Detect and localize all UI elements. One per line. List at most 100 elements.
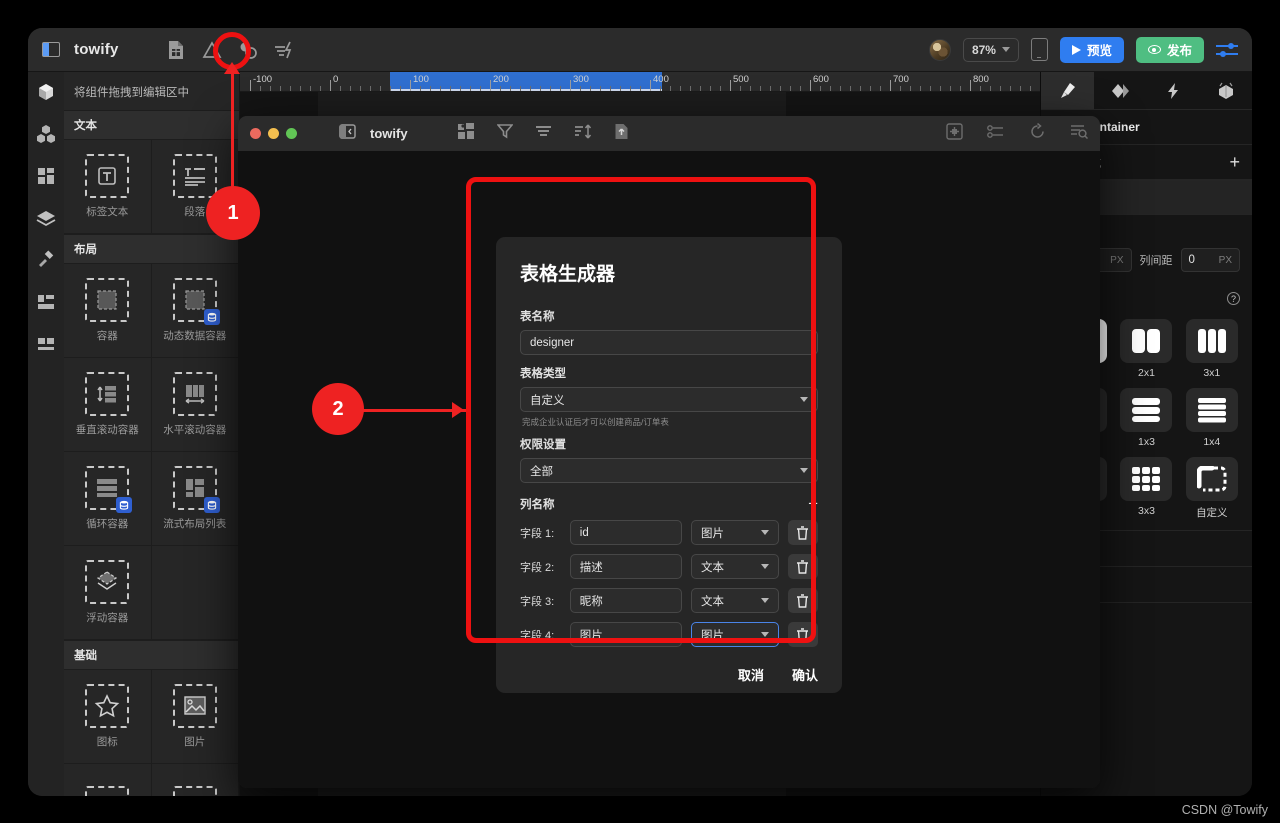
dialog-actions: 取消 确认	[520, 665, 818, 684]
watermark: CSDN @Towify	[1181, 803, 1268, 817]
flash-edit-icon[interactable]	[273, 39, 295, 61]
cancel-button[interactable]: 取消	[738, 665, 764, 684]
tab-brush-icon[interactable]	[1041, 72, 1094, 109]
align-icon[interactable]	[535, 124, 552, 143]
ruler-tick-major	[810, 80, 811, 91]
device-preview-icon[interactable]	[1030, 38, 1048, 61]
paragraph-icon	[172, 154, 217, 198]
component-item-label-text[interactable]: 标签文本	[64, 140, 152, 234]
flow-layout-list-icon	[172, 466, 220, 513]
rail-item-template-icon[interactable]	[34, 290, 58, 314]
ruler-tick-minor	[900, 86, 901, 91]
col-gap-input[interactable]: 0 PX	[1180, 248, 1240, 272]
ruler-tick-minor	[420, 86, 421, 91]
layout-preset-label: 2x1	[1138, 367, 1155, 379]
component-item-float-container[interactable]: 浮动容器	[64, 546, 152, 640]
ruler-tick-minor	[660, 86, 661, 91]
layout-preset-1x3[interactable]: 1x3	[1118, 388, 1174, 448]
ruler-tick-minor	[770, 86, 771, 91]
rail-item-grid-layout-icon[interactable]	[34, 164, 58, 188]
minimize-icon[interactable]	[268, 128, 279, 139]
annotation-label-2: 2	[332, 397, 344, 420]
ruler-tick-minor	[360, 86, 361, 91]
layout-preset-3x1[interactable]: 3x1	[1184, 319, 1240, 379]
star-icon	[85, 684, 130, 728]
component-item-dynamic-data-container[interactable]: 动态数据容器	[151, 264, 239, 358]
avatar[interactable]	[928, 38, 951, 61]
publish-button[interactable]: 发布	[1135, 36, 1204, 63]
horizontal-ruler[interactable]: -1000100200300400500600700800900	[240, 72, 1040, 92]
plus-icon[interactable]: +	[1229, 153, 1240, 171]
ruler-tick-minor	[370, 86, 371, 91]
filter-icon[interactable]	[495, 123, 514, 144]
layout-preset-label: 1x4	[1203, 436, 1221, 448]
tab-layers-style-icon[interactable]	[1094, 72, 1147, 109]
ruler-tick-minor	[670, 86, 671, 91]
ruler-tick-minor	[870, 86, 871, 91]
ruler-tick-minor	[800, 86, 801, 91]
component-item-flow-layout-list[interactable]: 流式布局列表	[151, 452, 239, 546]
tab-animation-icon[interactable]	[1199, 72, 1252, 109]
rail-item-blocks-icon[interactable]	[34, 332, 58, 356]
top-toolbar: towify 87% 预览 发布	[28, 28, 1252, 72]
close-icon[interactable]	[250, 128, 261, 139]
ruler-tick-minor	[920, 86, 921, 91]
group-title-layout: 布局	[64, 234, 239, 264]
zoom-selector[interactable]: 87%	[962, 37, 1019, 62]
ruler-tick-minor	[340, 86, 341, 91]
ruler-tick-minor	[520, 86, 521, 91]
left-icon-rail	[28, 72, 64, 796]
rail-item-components-icon[interactable]	[34, 122, 58, 146]
fit-screen-icon[interactable]	[946, 122, 963, 145]
layout-preset-label: 1x3	[1138, 436, 1155, 448]
layout-preset-自定义[interactable]: 自定义	[1184, 457, 1240, 520]
component-item-icon[interactable]: 图标	[64, 670, 152, 764]
component-item-loop-container[interactable]: 循环容器	[64, 452, 152, 546]
component-label: 动态数据容器	[163, 330, 227, 342]
ruler-tick-minor	[580, 86, 581, 91]
ruler-tick-label: 300	[573, 74, 589, 85]
ruler-tick-minor	[480, 86, 481, 91]
component-item-image[interactable]: 图片	[151, 670, 239, 764]
layout-preset-icon	[1120, 319, 1173, 363]
maximize-icon[interactable]	[286, 128, 297, 139]
preview-label: 预览	[1086, 44, 1112, 58]
component-item-qrcode[interactable]	[152, 764, 239, 796]
component-item-horizontal-scroll[interactable]: 水平滚动容器	[151, 358, 239, 452]
component-item-container[interactable]: 容器	[64, 264, 152, 358]
connections-icon[interactable]	[987, 124, 1005, 144]
rail-item-cube-icon[interactable]	[34, 80, 58, 104]
ruler-tick-minor	[560, 86, 561, 91]
ruler-tick-minor	[760, 86, 761, 91]
preview-button[interactable]: 预览	[1059, 36, 1124, 63]
tab-interaction-icon[interactable]	[1147, 72, 1200, 109]
sort-icon[interactable]	[574, 124, 592, 144]
layout-preset-1x4[interactable]: 1x4	[1184, 388, 1240, 448]
eye-icon	[1147, 45, 1161, 54]
component-item-bubbles[interactable]	[64, 764, 152, 796]
blocks-view-icon[interactable]	[457, 122, 475, 145]
inner-window-titlebar: towify	[238, 116, 1100, 151]
ruler-tick-major	[410, 80, 411, 91]
ruler-tick-minor	[640, 86, 641, 91]
ruler-tick-label: 600	[813, 74, 829, 85]
settings-sliders-icon[interactable]	[1216, 41, 1238, 59]
sidebar-collapse-icon[interactable]	[339, 123, 356, 144]
component-item-vertical-scroll[interactable]: 垂直滚动容器	[64, 358, 152, 452]
layout-preset-2x1[interactable]: 2x1	[1118, 319, 1174, 379]
component-library-hint: 将组件拖拽到编辑区中	[74, 87, 189, 99]
rail-item-layers-icon[interactable]	[34, 206, 58, 230]
confirm-button[interactable]: 确认	[792, 665, 818, 684]
panel-toggle-icon[interactable]	[42, 42, 60, 57]
ruler-tick-minor	[300, 86, 301, 91]
annotation-rect-2	[466, 177, 816, 643]
search-list-icon[interactable]	[1070, 124, 1089, 144]
ruler-tick-minor	[590, 86, 591, 91]
rail-item-paint-icon[interactable]	[34, 248, 58, 272]
refresh-icon[interactable]	[1029, 122, 1046, 145]
export-icon[interactable]	[614, 123, 629, 145]
ruler-tick-minor	[390, 86, 391, 91]
table-generator-icon[interactable]	[165, 39, 187, 61]
help-icon[interactable]: ?	[1227, 292, 1240, 305]
layout-preset-3x3[interactable]: 3x3	[1118, 457, 1174, 520]
